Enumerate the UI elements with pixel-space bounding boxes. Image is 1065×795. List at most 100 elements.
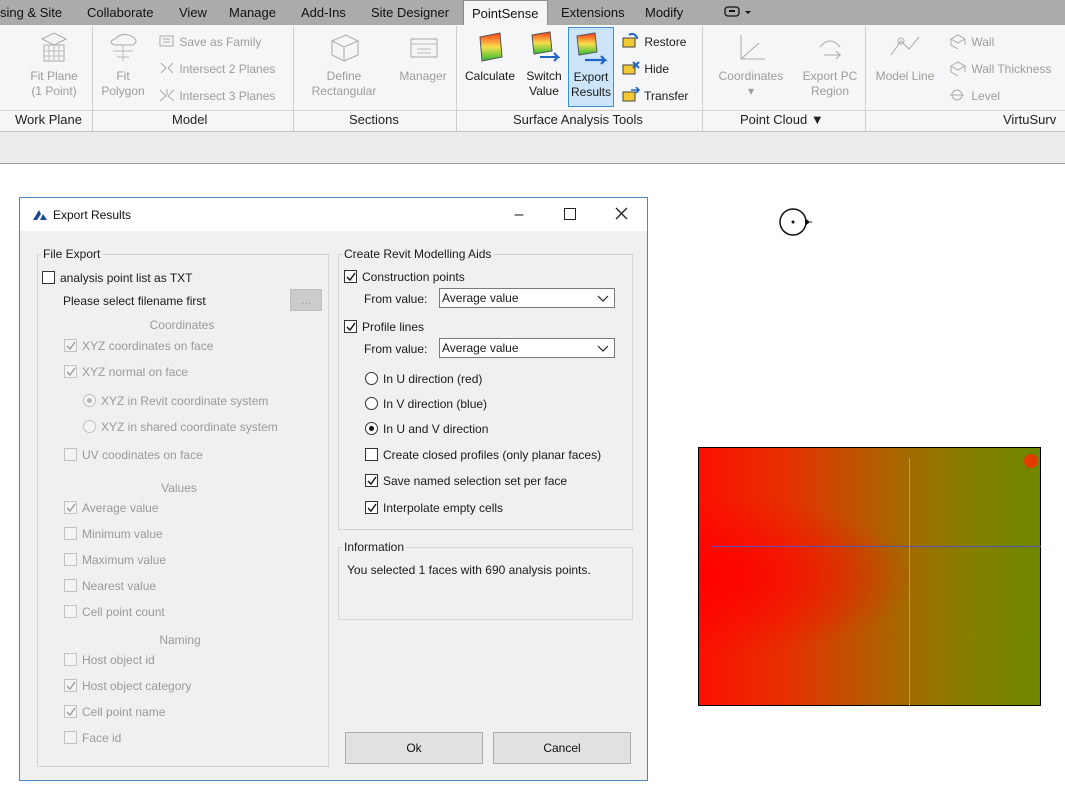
- revit-cs-label: XYZ in Revit coordinate system: [101, 394, 269, 408]
- average-value-label: Average value: [82, 501, 159, 515]
- panel-separator: [293, 26, 294, 131]
- wall-button[interactable]: Wall: [948, 33, 994, 50]
- xyz-coordinates-checkbox[interactable]: XYZ coordinates on face: [64, 339, 213, 353]
- surface-analysis-heatmap[interactable]: [698, 447, 1041, 706]
- panel-label-point-cloud[interactable]: Point Cloud ▼: [740, 112, 824, 127]
- ok-button[interactable]: Ok: [345, 732, 483, 764]
- nearest-value-checkbox[interactable]: Nearest value: [64, 579, 156, 593]
- restore-button[interactable]: Restore: [621, 33, 686, 50]
- v-direction-radio[interactable]: In V direction (blue): [365, 397, 487, 411]
- cell-point-count-checkbox[interactable]: Cell point count: [64, 605, 165, 619]
- named-selection-checkbox[interactable]: Save named selection set per face: [365, 474, 567, 488]
- maximize-button[interactable]: [547, 198, 593, 231]
- profile-lines-checkbox[interactable]: Profile lines: [344, 320, 424, 334]
- transfer-button[interactable]: Transfer: [621, 86, 688, 104]
- minimize-button[interactable]: –: [496, 198, 542, 231]
- save-as-family-button[interactable]: Save as Family: [158, 34, 261, 50]
- switch-value-button[interactable]: Switch Value: [521, 29, 567, 99]
- calculate-button[interactable]: Calculate: [460, 29, 520, 84]
- from-value-select-2[interactable]: Average value: [439, 338, 615, 358]
- from-value-select-1[interactable]: Average value: [439, 288, 615, 308]
- filename-hint: Please select filename first: [63, 294, 206, 308]
- browse-button[interactable]: ...: [290, 289, 322, 311]
- ribbon-panel-labels: Work Plane Model Sections Surface Analys…: [0, 26, 1065, 131]
- u-direction-radio[interactable]: In U direction (red): [365, 372, 482, 386]
- fit-polygon-button[interactable]: Fit Polygon: [96, 29, 150, 99]
- level-label: Level: [971, 89, 1001, 103]
- cancel-button[interactable]: Cancel: [493, 732, 631, 764]
- calculate-icon: [479, 32, 503, 62]
- tab-dropdown-icon[interactable]: [724, 6, 754, 18]
- tab-collaborate[interactable]: Collaborate: [87, 0, 154, 25]
- fit-plane-button[interactable]: Fit Plane (1 Point): [18, 29, 90, 99]
- intersect-2-icon: [160, 62, 174, 74]
- switch-value-icon: [531, 31, 561, 62]
- export-pc-region-button[interactable]: Export PC Region: [798, 29, 862, 99]
- restore-icon: [622, 33, 638, 48]
- cell-point-count-label: Cell point count: [82, 605, 165, 619]
- revit-cs-radio[interactable]: XYZ in Revit coordinate system: [83, 394, 268, 408]
- ribbon-panel: Fit Plane (1 Point) Fit Polygon Save as …: [0, 25, 1065, 132]
- coordinates-icon: [740, 35, 765, 60]
- host-object-category-checkbox[interactable]: Host object category: [64, 679, 191, 693]
- wall-icon: [949, 34, 967, 50]
- closed-profiles-checkbox[interactable]: Create closed profiles (only planar face…: [365, 448, 601, 462]
- minimum-value-checkbox[interactable]: Minimum value: [64, 527, 163, 541]
- value-label: Value: [529, 84, 559, 98]
- tab-site-designer[interactable]: Site Designer: [371, 0, 449, 25]
- tab-manage[interactable]: Manage: [229, 0, 276, 25]
- cell-point-name-checkbox[interactable]: Cell point name: [64, 705, 165, 719]
- tab-pointsense[interactable]: PointSense: [463, 0, 548, 26]
- information-legend: Information: [344, 540, 405, 554]
- hide-label: Hide: [644, 62, 670, 76]
- uv-coordinates-checkbox[interactable]: UV coodinates on face: [64, 448, 203, 462]
- heatmap-hotspot: [1024, 454, 1038, 468]
- panel-separator: [702, 26, 703, 131]
- fit-label: Fit: [116, 69, 130, 83]
- close-button[interactable]: [598, 198, 644, 231]
- average-value-checkbox[interactable]: Average value: [64, 501, 159, 515]
- panel-label-work-plane: Work Plane: [15, 112, 82, 127]
- point-cloud-label-text: Point Cloud: [740, 112, 808, 127]
- interpolate-cells-checkbox[interactable]: Interpolate empty cells: [365, 501, 503, 515]
- view-marker-icon[interactable]: [777, 207, 821, 242]
- txt-export-checkbox[interactable]: analysis point list as TXT: [42, 271, 193, 285]
- export-results-button[interactable]: Export Results: [568, 27, 614, 107]
- section-manager-button[interactable]: Manager: [393, 29, 453, 84]
- tab-view[interactable]: View: [179, 0, 207, 25]
- hide-icon: [622, 61, 640, 75]
- calculate-label: Calculate: [464, 69, 516, 83]
- model-line-button[interactable]: Model Line: [870, 29, 940, 84]
- construction-points-checkbox[interactable]: Construction points: [344, 270, 465, 284]
- tab-modify[interactable]: Modify: [645, 0, 683, 25]
- uv-coordinates-label: UV coodinates on face: [82, 448, 203, 462]
- face-id-checkbox[interactable]: Face id: [64, 731, 121, 745]
- transfer-icon: [622, 86, 641, 102]
- shared-cs-radio[interactable]: XYZ in shared coordinate system: [83, 420, 278, 434]
- wall-thickness-button[interactable]: Wall Thickness: [948, 60, 1051, 77]
- switch-label: Switch: [526, 69, 562, 83]
- intersect-3-planes-button[interactable]: Intersect 3 Planes: [158, 88, 275, 104]
- results-label: Results: [570, 85, 611, 99]
- xyz-coordinates-label: XYZ coordinates on face: [82, 339, 214, 353]
- maximum-value-checkbox[interactable]: Maximum value: [64, 553, 166, 567]
- shared-cs-label: XYZ in shared coordinate system: [101, 420, 278, 434]
- from-value-select-2-value: Average value: [442, 341, 519, 355]
- level-button[interactable]: Level: [948, 87, 1000, 104]
- export-pc-label: Export PC: [802, 69, 858, 83]
- host-object-category-label: Host object category: [82, 679, 192, 693]
- host-object-id-checkbox[interactable]: Host object id: [64, 653, 155, 667]
- xyz-normal-label: XYZ normal on face: [82, 365, 189, 379]
- tab-add-ins[interactable]: Add-Ins: [301, 0, 346, 25]
- hide-button[interactable]: Hide: [621, 60, 669, 77]
- tab-extensions[interactable]: Extensions: [561, 0, 625, 25]
- define-rectangular-button[interactable]: Define Rectangular: [302, 29, 386, 99]
- named-selection-label: Save named selection set per face: [383, 474, 568, 488]
- xyz-normal-checkbox[interactable]: XYZ normal on face: [64, 365, 188, 379]
- tab-massing-site[interactable]: sing & Site: [0, 0, 62, 25]
- coordinates-button[interactable]: Coordinates ▾: [712, 29, 790, 99]
- restore-label: Restore: [644, 35, 687, 49]
- dialog-title-bar[interactable]: Export Results –: [20, 198, 647, 231]
- intersect-2-planes-button[interactable]: Intersect 2 Planes: [158, 61, 275, 77]
- uv-direction-radio[interactable]: In U and V direction: [365, 422, 488, 436]
